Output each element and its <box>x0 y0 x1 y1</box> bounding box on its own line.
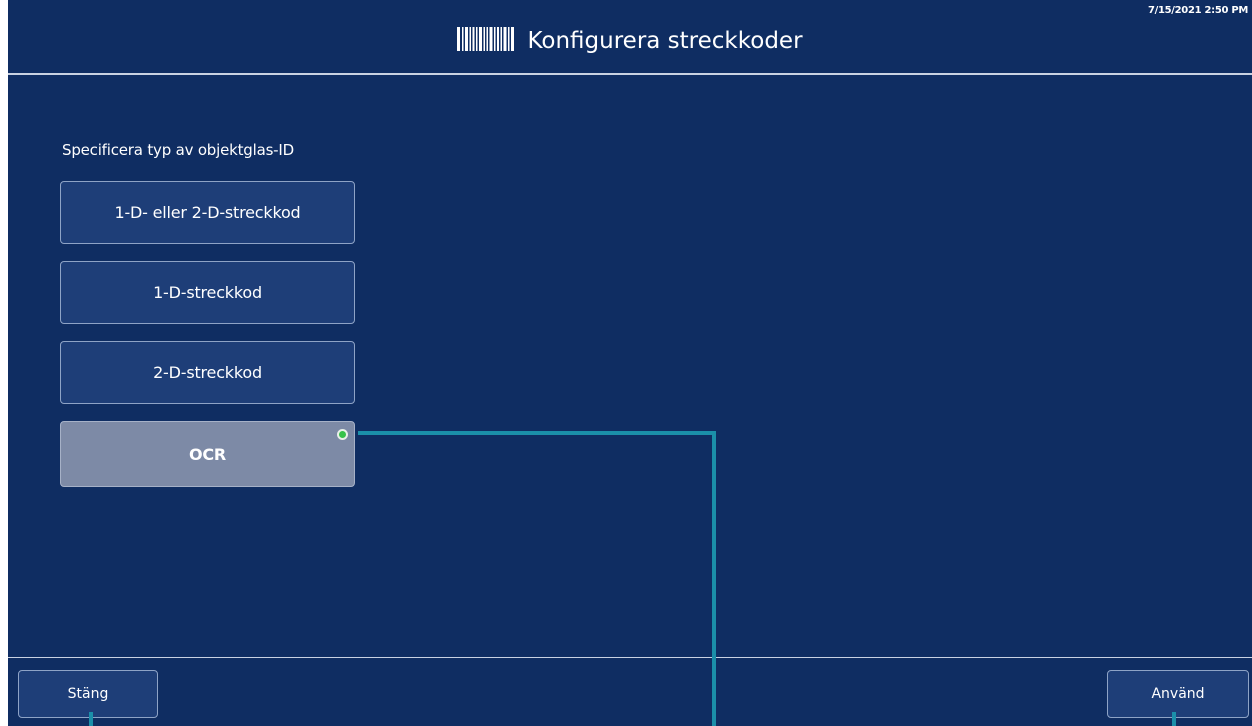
close-button[interactable]: Stäng <box>18 670 158 718</box>
callout-line-close <box>89 712 93 726</box>
page-title: Konfigurera streckkoder <box>527 28 803 54</box>
option-2d-barcode[interactable]: 2-D-streckkod <box>60 341 355 404</box>
option-label: 1-D-streckkod <box>153 283 262 302</box>
option-ocr[interactable]: OCR <box>60 421 355 487</box>
apply-button-label: Använd <box>1151 686 1205 702</box>
barcode-config-screen: Konfigurera streckkoder 7/15/2021 2:50 P… <box>8 0 1252 726</box>
option-label: 2-D-streckkod <box>153 363 262 382</box>
section-label: Specificera typ av objektglas-ID <box>62 141 294 159</box>
timestamp: 7/15/2021 2:50 PM <box>1147 5 1248 16</box>
close-button-label: Stäng <box>67 686 109 702</box>
selected-indicator-icon <box>337 429 348 440</box>
callout-line-ocr-horizontal <box>358 431 716 435</box>
footer-divider <box>8 657 1252 658</box>
header: Konfigurera streckkoder 7/15/2021 2:50 P… <box>8 0 1252 75</box>
option-1d-or-2d-barcode[interactable]: 1-D- eller 2-D-streckkod <box>60 181 355 244</box>
callout-line-apply <box>1172 712 1176 726</box>
header-title-wrap: Konfigurera streckkoder <box>8 24 1252 58</box>
option-label: OCR <box>188 444 227 464</box>
callout-line-ocr-vertical <box>712 431 716 726</box>
option-1d-barcode[interactable]: 1-D-streckkod <box>60 261 355 324</box>
header-divider <box>8 73 1252 75</box>
option-label: 1-D- eller 2-D-streckkod <box>114 203 301 222</box>
apply-button[interactable]: Använd <box>1107 670 1249 718</box>
barcode-icon <box>457 27 515 51</box>
